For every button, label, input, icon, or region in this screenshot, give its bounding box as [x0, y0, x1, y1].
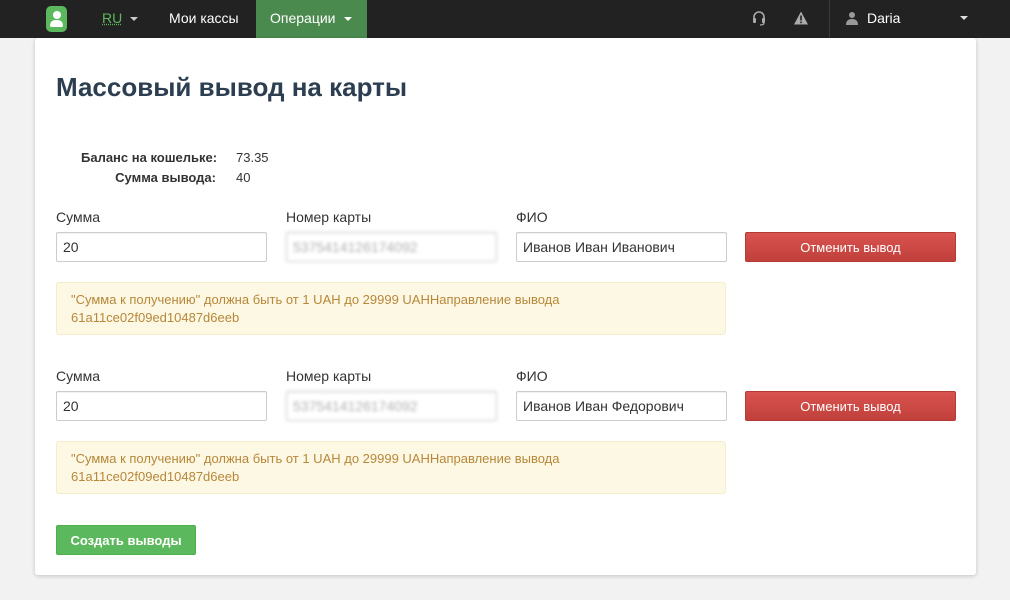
language-dropdown[interactable]: RU [102, 0, 139, 38]
navbar-divider [829, 0, 830, 38]
card-number-input[interactable] [286, 232, 497, 262]
headset-icon[interactable] [751, 10, 767, 26]
full-name-label: ФИО [516, 368, 548, 384]
page-title: Массовый вывод на карты [56, 72, 408, 102]
chevron-down-icon [343, 17, 352, 22]
alert-direction-id: 61a11ce02f09ed10487d6eeb [71, 310, 240, 325]
chevron-down-icon [130, 17, 139, 22]
card-number-input[interactable] [286, 391, 497, 421]
logo-icon[interactable] [46, 6, 67, 32]
language-label: RU [102, 10, 123, 26]
withdraw-total-value: 40 [236, 170, 251, 185]
card-number-label: Номер карты [286, 209, 372, 225]
chevron-down-icon[interactable] [960, 16, 968, 20]
user-icon [846, 12, 858, 25]
alert-message: "Сумма к получению" должна быть от 1 UAH… [71, 451, 560, 466]
amount-input[interactable] [56, 232, 267, 262]
top-navbar: RU Мои кассы Операции Daria [0, 0, 1010, 38]
card-number-label: Номер карты [286, 368, 372, 384]
alert-message: "Сумма к получению" должна быть от 1 UAH… [71, 292, 560, 307]
user-menu[interactable]: Daria [867, 0, 900, 38]
amount-input[interactable] [56, 391, 267, 421]
alert-direction-id: 61a11ce02f09ed10487d6eeb [71, 469, 240, 484]
warning-icon[interactable] [793, 10, 809, 26]
nav-operations-label: Операции [270, 10, 336, 26]
create-withdrawals-button[interactable]: Создать выводы [56, 525, 196, 555]
balance-label: Баланс на кошельке: [81, 150, 218, 165]
full-name-input[interactable] [516, 232, 727, 262]
cancel-withdrawal-button[interactable]: Отменить вывод [745, 391, 956, 421]
cancel-withdrawal-button[interactable]: Отменить вывод [745, 232, 956, 262]
full-name-input[interactable] [516, 391, 727, 421]
amount-label: Сумма [56, 368, 100, 384]
nav-operations-dropdown[interactable]: Операции [256, 0, 367, 38]
full-name-label: ФИО [516, 209, 548, 225]
withdraw-total-label: Сумма вывода: [115, 170, 216, 185]
warning-alert: "Сумма к получению" должна быть от 1 UAH… [56, 282, 726, 335]
nav-my-cashboxes[interactable]: Мои кассы [169, 0, 239, 38]
warning-alert: "Сумма к получению" должна быть от 1 UAH… [56, 441, 726, 494]
amount-label: Сумма [56, 209, 100, 225]
balance-value: 73.35 [236, 150, 269, 165]
